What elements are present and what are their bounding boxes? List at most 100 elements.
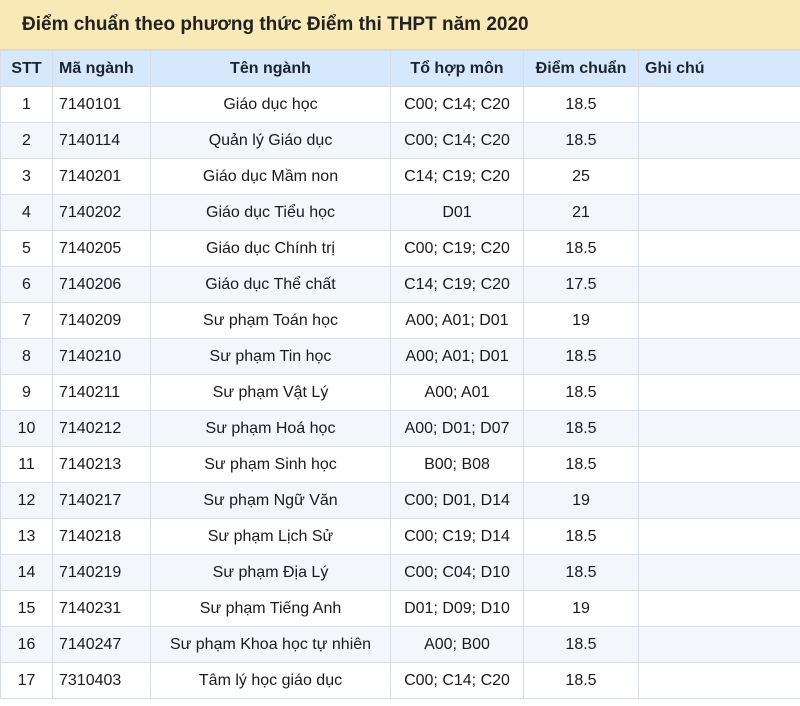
cell-stt: 16	[0, 626, 53, 663]
cell-note	[638, 122, 800, 159]
header-row: STT Mã ngành Tên ngành Tổ hợp môn Điểm c…	[0, 50, 800, 87]
cell-combo: D01; D09; D10	[390, 590, 524, 627]
table-row: 11 7140213 Sư phạm Sinh học B00; B08 18.5	[0, 446, 800, 483]
cell-note	[638, 446, 800, 483]
cell-combo: C00; D01, D14	[390, 482, 524, 519]
cell-combo: A00; A01; D01	[390, 338, 524, 375]
cell-name: Giáo dục Thể chất	[150, 266, 391, 303]
cell-score: 18.5	[523, 554, 639, 591]
table-row: 7 7140209 Sư phạm Toán học A00; A01; D01 19	[0, 302, 800, 339]
cell-score: 25	[523, 158, 639, 195]
cell-combo: B00; B08	[390, 446, 524, 483]
cell-stt: 13	[0, 518, 53, 555]
cell-score: 18.5	[523, 518, 639, 555]
cell-combo: C00; C04; D10	[390, 554, 524, 591]
table-row: 17 7310403 Tâm lý học giáo dục C00; C14; C2…	[0, 662, 800, 699]
table-row: 10 7140212 Sư phạm Hoá học A00; D01; D07 18.…	[0, 410, 800, 447]
cell-note	[638, 554, 800, 591]
table-title: Điểm chuẩn theo phương thức Điểm thi THP…	[0, 0, 800, 50]
table-row: 15 7140231 Sư phạm Tiếng Anh D01; D09; D10 1…	[0, 590, 800, 627]
cell-score: 18.5	[523, 230, 639, 267]
cell-combo: C00; C19; D14	[390, 518, 524, 555]
cell-name: Giáo dục Tiểu học	[150, 194, 391, 231]
cell-code: 7140205	[52, 230, 151, 267]
cell-note	[638, 338, 800, 375]
cell-score: 18.5	[523, 86, 639, 123]
cell-stt: 12	[0, 482, 53, 519]
cell-stt: 7	[0, 302, 53, 339]
cell-note	[638, 482, 800, 519]
cell-name: Giáo dục Mầm non	[150, 158, 391, 195]
cell-stt: 5	[0, 230, 53, 267]
table-body: 1 7140101 Giáo dục học C00; C14; C20 18.5 2 71…	[0, 86, 800, 699]
cell-code: 7140212	[52, 410, 151, 447]
cell-note	[638, 374, 800, 411]
cell-note	[638, 518, 800, 555]
table-row: 5 7140205 Giáo dục Chính trị C00; C19; C20 1…	[0, 230, 800, 267]
cell-code: 7140202	[52, 194, 151, 231]
cell-combo: C00; C14; C20	[390, 86, 524, 123]
cell-score: 19	[523, 302, 639, 339]
cell-score: 18.5	[523, 374, 639, 411]
cell-note	[638, 590, 800, 627]
cell-name: Quản lý Giáo dục	[150, 122, 391, 159]
cell-name: Sư phạm Địa Lý	[150, 554, 391, 591]
cell-combo: C14; C19; C20	[390, 158, 524, 195]
cell-stt: 1	[0, 86, 53, 123]
table-row: 14 7140219 Sư phạm Địa Lý C00; C04; D10 18.5	[0, 554, 800, 591]
cell-stt: 3	[0, 158, 53, 195]
table-row: 6 7140206 Giáo dục Thể chất C14; C19; C20 17…	[0, 266, 800, 303]
table-row: 12 7140217 Sư phạm Ngữ Văn C00; D01, D14 19	[0, 482, 800, 519]
cell-combo: A00; A01	[390, 374, 524, 411]
cell-combo: C00; C14; C20	[390, 662, 524, 699]
cell-code: 7140101	[52, 86, 151, 123]
cell-code: 7140206	[52, 266, 151, 303]
cell-name: Sư phạm Lịch Sử	[150, 518, 391, 555]
cell-name: Sư phạm Tiếng Anh	[150, 590, 391, 627]
cell-name: Sư phạm Tin học	[150, 338, 391, 375]
cell-name: Sư phạm Khoa học tự nhiên	[150, 626, 391, 663]
col-header-score: Điểm chuẩn	[523, 50, 639, 87]
cell-note	[638, 626, 800, 663]
col-header-note: Ghi chú	[638, 50, 800, 87]
cell-combo: A00; B00	[390, 626, 524, 663]
table-row: 16 7140247 Sư phạm Khoa học tự nhiên A00; B…	[0, 626, 800, 663]
cell-score: 18.5	[523, 338, 639, 375]
cell-name: Sư phạm Sinh học	[150, 446, 391, 483]
cell-code: 7140217	[52, 482, 151, 519]
cell-stt: 8	[0, 338, 53, 375]
cell-note	[638, 158, 800, 195]
table-row: 8 7140210 Sư phạm Tin học A00; A01; D01 18.5	[0, 338, 800, 375]
col-header-combo: Tổ hợp môn	[390, 50, 524, 87]
cell-score: 19	[523, 482, 639, 519]
cell-note	[638, 662, 800, 699]
cell-stt: 6	[0, 266, 53, 303]
col-header-name: Tên ngành	[150, 50, 391, 87]
cell-code: 7140218	[52, 518, 151, 555]
cell-name: Giáo dục học	[150, 86, 391, 123]
cell-note	[638, 266, 800, 303]
cell-code: 7140219	[52, 554, 151, 591]
cell-score: 18.5	[523, 446, 639, 483]
cell-name: Tâm lý học giáo dục	[150, 662, 391, 699]
cell-score: 18.5	[523, 410, 639, 447]
cell-stt: 14	[0, 554, 53, 591]
cell-note	[638, 410, 800, 447]
cell-note	[638, 302, 800, 339]
cell-score: 18.5	[523, 122, 639, 159]
cell-name: Sư phạm Ngữ Văn	[150, 482, 391, 519]
cell-note	[638, 86, 800, 123]
admission-scores-panel: Điểm chuẩn theo phương thức Điểm thi THP…	[0, 0, 800, 706]
cell-stt: 11	[0, 446, 53, 483]
table-row: 4 7140202 Giáo dục Tiểu học D01 21	[0, 194, 800, 231]
cell-combo: C00; C14; C20	[390, 122, 524, 159]
col-header-code: Mã ngành	[52, 50, 151, 87]
cell-name: Giáo dục Chính trị	[150, 230, 391, 267]
cell-combo: A00; D01; D07	[390, 410, 524, 447]
cell-combo: A00; A01; D01	[390, 302, 524, 339]
cell-stt: 9	[0, 374, 53, 411]
cell-stt: 17	[0, 662, 53, 699]
cell-name: Sư phạm Vật Lý	[150, 374, 391, 411]
cell-code: 7140209	[52, 302, 151, 339]
table-row: 2 7140114 Quản lý Giáo dục C00; C14; C20 18.…	[0, 122, 800, 159]
